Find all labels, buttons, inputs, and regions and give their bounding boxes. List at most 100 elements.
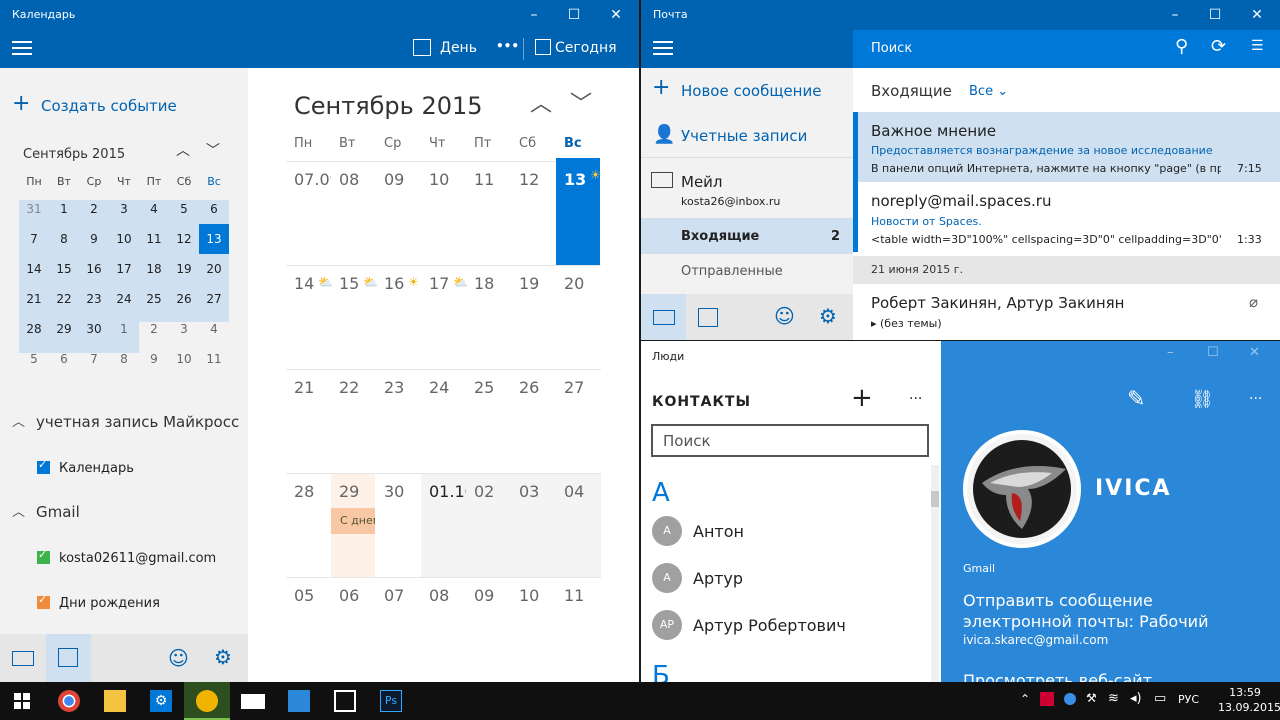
- more-button[interactable]: •••: [496, 39, 519, 53]
- account-header-microsoft[interactable]: учетная запись Майкросс: [36, 413, 239, 431]
- maximize-button[interactable]: ☐: [1207, 345, 1219, 360]
- day-cell[interactable]: 01.10: [429, 482, 466, 501]
- day-cell[interactable]: 14: [294, 274, 314, 293]
- close-button[interactable]: ✕: [1249, 345, 1260, 360]
- mini-day[interactable]: 1: [49, 194, 79, 224]
- collapse-chevron-icon[interactable]: ︿: [12, 501, 25, 520]
- mini-day[interactable]: 6: [49, 344, 79, 374]
- sync-icon[interactable]: ⟳: [1211, 36, 1226, 57]
- day-cell[interactable]: 09: [384, 170, 404, 189]
- more-icon[interactable]: ···: [1249, 391, 1262, 407]
- day-cell[interactable]: 21: [294, 378, 314, 397]
- mini-day[interactable]: 10: [169, 344, 199, 374]
- mini-day[interactable]: 23: [79, 284, 109, 314]
- contact-name[interactable]: Антон: [693, 522, 744, 541]
- mini-day[interactable]: 10: [109, 224, 139, 254]
- contact-name[interactable]: Артур: [693, 569, 743, 588]
- letter-header-b[interactable]: Б: [652, 661, 670, 682]
- day-cell[interactable]: 07.09: [294, 170, 331, 189]
- plus-icon[interactable]: +: [12, 92, 30, 116]
- chevron-down-icon[interactable]: ﹀: [206, 140, 220, 160]
- maximize-button[interactable]: ☐: [1195, 0, 1235, 30]
- mini-day[interactable]: 7: [19, 224, 49, 254]
- mini-day[interactable]: 3: [109, 194, 139, 224]
- day-cell[interactable]: 27: [564, 378, 584, 397]
- mini-day[interactable]: 4: [139, 194, 169, 224]
- mini-day[interactable]: 2: [79, 194, 109, 224]
- day-cell[interactable]: 29: [339, 482, 359, 501]
- day-cell[interactable]: 30: [384, 482, 404, 501]
- mini-day[interactable]: 11: [199, 344, 229, 374]
- mini-day[interactable]: 6: [199, 194, 229, 224]
- prev-month-icon[interactable]: ︿: [530, 86, 552, 118]
- collapse-chevron-icon[interactable]: ︿: [12, 411, 25, 430]
- message-sender[interactable]: noreply@mail.spaces.ru: [871, 192, 1051, 210]
- edit-pencil-icon[interactable]: ✎: [1127, 387, 1145, 412]
- mini-day[interactable]: 22: [49, 284, 79, 314]
- mini-day[interactable]: 9: [79, 224, 109, 254]
- link-icon[interactable]: ⛓: [1191, 389, 1214, 410]
- day-cell[interactable]: 05: [294, 586, 314, 605]
- wifi-icon[interactable]: ≋: [1108, 691, 1119, 706]
- calendar-toggle[interactable]: Календарь: [37, 458, 134, 476]
- day-cell[interactable]: 26: [519, 378, 539, 397]
- gmail-calendar-toggle[interactable]: kosta02611@gmail.com: [37, 548, 216, 566]
- mini-day[interactable]: 18: [139, 254, 169, 284]
- close-button[interactable]: ✕: [596, 0, 636, 30]
- day-cell[interactable]: 08: [339, 170, 359, 189]
- mini-day[interactable]: 29: [49, 314, 79, 344]
- search-icon[interactable]: ⚲: [1175, 36, 1188, 57]
- day-cell[interactable]: 11: [564, 586, 584, 605]
- day-cell[interactable]: 10: [429, 170, 449, 189]
- calendar-icon[interactable]: [58, 648, 78, 667]
- day-view-button[interactable]: День: [440, 40, 477, 56]
- mini-day[interactable]: 20: [199, 254, 229, 284]
- settings-gear-icon[interactable]: ⚙: [214, 645, 232, 669]
- contact-name[interactable]: Артур Робертович: [693, 616, 846, 635]
- people-taskbar-button[interactable]: [276, 682, 322, 720]
- notification-icon[interactable]: ▭: [1154, 691, 1166, 706]
- mail-taskbar-button[interactable]: [230, 682, 276, 720]
- day-cell[interactable]: 15: [339, 274, 359, 293]
- mini-day[interactable]: 17: [109, 254, 139, 284]
- mini-day[interactable]: 21: [19, 284, 49, 314]
- day-cell[interactable]: 22: [339, 378, 359, 397]
- mini-day[interactable]: 4: [199, 314, 229, 344]
- day-cell[interactable]: 18: [474, 274, 494, 293]
- birthday-event[interactable]: С днем: [331, 508, 375, 534]
- chevron-up-icon[interactable]: ︿: [176, 140, 190, 160]
- mail-icon[interactable]: [12, 651, 34, 666]
- mini-day[interactable]: 14: [19, 254, 49, 284]
- day-cell[interactable]: 28: [294, 482, 314, 501]
- chrome-taskbar-button[interactable]: [46, 682, 92, 720]
- add-contact-icon[interactable]: +: [851, 385, 873, 411]
- today-button[interactable]: Сегодня: [555, 40, 617, 56]
- send-email-action[interactable]: Отправить сообщение электронной почты: Р…: [963, 590, 1263, 632]
- account-header-gmail[interactable]: Gmail: [36, 503, 80, 521]
- day-cell[interactable]: 03: [519, 482, 539, 501]
- settings-taskbar-button[interactable]: ⚙: [138, 682, 184, 720]
- checkbox-icon[interactable]: [37, 593, 50, 609]
- mini-day[interactable]: 1: [109, 314, 139, 344]
- select-mode-icon[interactable]: ☰: [1251, 38, 1264, 54]
- day-cell[interactable]: 10: [519, 586, 539, 605]
- mini-day[interactable]: 8: [109, 344, 139, 374]
- calendar-icon[interactable]: [698, 308, 718, 327]
- mini-day[interactable]: 2: [139, 314, 169, 344]
- mini-day[interactable]: 27: [199, 284, 229, 314]
- mini-day[interactable]: 26: [169, 284, 199, 314]
- day-cell[interactable]: 02: [474, 482, 494, 501]
- close-button[interactable]: ✕: [1237, 0, 1277, 30]
- person-icon[interactable]: 👤: [653, 124, 675, 145]
- mini-day[interactable]: 25: [139, 284, 169, 314]
- day-cell[interactable]: 04: [564, 482, 584, 501]
- day-cell[interactable]: 12: [519, 170, 539, 189]
- mini-day[interactable]: 8: [49, 224, 79, 254]
- mini-day[interactable]: 3: [169, 314, 199, 344]
- contact-search-input[interactable]: Поиск: [651, 424, 929, 457]
- message-sender[interactable]: Роберт Закинян, Артур Закинян: [871, 294, 1124, 312]
- mini-day[interactable]: 16: [79, 254, 109, 284]
- input-language[interactable]: РУС: [1178, 693, 1199, 706]
- mini-day[interactable]: 7: [79, 344, 109, 374]
- day-cell[interactable]: 11: [474, 170, 494, 189]
